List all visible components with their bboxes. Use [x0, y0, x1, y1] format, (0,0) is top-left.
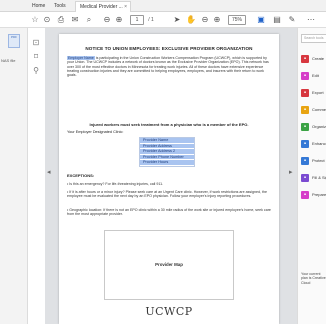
designated-clinic-box: Provider Name Provider Address Provider … [139, 137, 195, 167]
designated-clinic-label: Your Employer Designated Clinic: [67, 130, 124, 134]
tool-edit-label: Edit [312, 73, 319, 78]
tool-prepare-label: Prepare [312, 192, 326, 197]
requirement-subhead: Injured workers must seek treatment from… [89, 122, 249, 127]
tool-prepare[interactable]: ▪ Prepare [301, 190, 326, 200]
upload-icon[interactable]: ⊙ [42, 15, 52, 25]
tools-search-input[interactable]: Search tools [301, 34, 326, 43]
exception-geographic: • Geographic location: If there is not a… [67, 208, 271, 217]
tool-create-label: Create [312, 56, 325, 61]
intro-text: is participating in the Union Constructi… [67, 56, 269, 78]
tool-protect-label: Protect [312, 158, 325, 163]
enhance-scans-icon: ▪ [301, 140, 309, 148]
more-tools-icon[interactable]: ⋯ [306, 15, 316, 25]
fill-sign-icon: ▪ [301, 174, 309, 182]
tool-fill-sign[interactable]: ▪ Fill & Sign [301, 173, 326, 183]
export-pdf-icon: ▪ [301, 89, 309, 97]
zoom-in-icon[interactable]: ⊕ [212, 15, 222, 25]
page-current: 1 [135, 17, 139, 23]
email-icon[interactable]: ✉ [70, 15, 80, 25]
tool-fill-sign-label: Fill & Sign [312, 175, 326, 180]
tool-enhance-label: Enhance [312, 141, 326, 146]
tool-enhance[interactable]: ▪ Enhance [301, 139, 326, 149]
plan-footer: Your current plan is Creative Cloud [301, 272, 326, 285]
pdf-page: NOTICE TO UNION EMPLOYEES: EXCLUSIVE PRO… [59, 34, 279, 324]
tool-export[interactable]: ▪ Export [301, 88, 326, 98]
collapse-left-icon[interactable]: ◂ [47, 168, 51, 176]
tab-home[interactable]: Home [28, 1, 49, 12]
exception-after-hours: • If it is after hours or a minor injury… [67, 190, 267, 199]
exception-emergency: • Is this an emergency? For life-threate… [67, 182, 164, 186]
bookmark-icon[interactable]: ⌑ [31, 52, 41, 62]
page-total: / 1 [148, 17, 154, 23]
organize-pages-icon: ▪ [301, 123, 309, 131]
hand-tool-icon[interactable]: ✋ [186, 15, 196, 25]
left-rail: PDF NAS file [0, 28, 28, 324]
tool-organize[interactable]: ▪ Organize [301, 122, 326, 132]
zoom-level-dropdown[interactable]: 75% [228, 15, 246, 25]
next-page-icon[interactable]: ⊕ [114, 15, 124, 25]
tool-comment-label: Comment [312, 107, 326, 112]
tab-document-label: Medical Provider ... [80, 4, 123, 10]
print-icon[interactable]: ⎙ [56, 15, 66, 25]
attachment-icon[interactable]: ⚲ [31, 66, 41, 76]
select-cursor-icon[interactable]: ➤ [172, 15, 182, 25]
prev-page-icon[interactable]: ⊖ [102, 15, 112, 25]
exceptions-heading: EXCEPTIONS: [67, 173, 95, 178]
tab-bar: Home Tools Medical Provider ... × [0, 0, 326, 12]
intro-paragraph: Employer Name is participating in the Un… [67, 56, 271, 77]
prepare-form-icon: ▪ [301, 191, 309, 199]
tab-tools[interactable]: Tools [50, 1, 70, 12]
tool-comment[interactable]: ▪ Comment [301, 105, 326, 115]
toolbar: ☆ ⊙ ⎙ ✉ ⌕ ⊖ ⊕ 1 / 1 ➤ ✋ ⊖ ⊕ 75% ▣ ▤ ✎ ⋯ [0, 12, 326, 28]
zoom-out-icon[interactable]: ⊖ [200, 15, 210, 25]
zoom-level: 75% [231, 17, 242, 23]
tools-panel: Search tools ▪ Create ▪ Edit ▪ Export ▪ … [297, 28, 326, 324]
provider-map-label: Provider Map [155, 262, 183, 267]
create-pdf-icon: ▪ [301, 55, 309, 63]
provider-hours-field[interactable]: Provider Hours [140, 160, 194, 166]
thumbnail-label: PDF [11, 35, 17, 39]
save-icon[interactable]: ▣ [256, 15, 266, 25]
page-number-field[interactable]: 1 [130, 15, 144, 25]
rail-file-label: NAS file [1, 58, 16, 63]
document-title: NOTICE TO UNION EMPLOYEES: EXCLUSIVE PRO… [85, 46, 253, 51]
file-thumbnail-icon[interactable]: PDF [8, 34, 20, 48]
search-icon[interactable]: ⌕ [84, 15, 94, 25]
collapse-right-icon[interactable]: ▸ [289, 168, 293, 176]
tool-organize-label: Organize [312, 124, 326, 129]
protect-icon: ▪ [301, 157, 309, 165]
tool-create[interactable]: ▪ Create [301, 54, 326, 64]
comment-toolbar-icon[interactable]: ✎ [287, 15, 297, 25]
tool-protect[interactable]: ▪ Protect [301, 156, 326, 166]
star-icon[interactable]: ☆ [30, 15, 40, 25]
comment-icon: ▪ [301, 106, 309, 114]
page-thumbnails-icon[interactable]: ⊡ [31, 38, 41, 48]
ucwcp-logo: UCWCP [145, 305, 193, 318]
document-viewer[interactable]: ◂ ▸ NOTICE TO UNION EMPLOYEES: EXCLUSIVE… [45, 28, 297, 324]
tool-edit[interactable]: ▪ Edit [301, 71, 326, 81]
provider-map-box[interactable]: Provider Map [104, 230, 234, 300]
page-display-icon[interactable]: ▤ [272, 15, 282, 25]
edit-pdf-icon: ▪ [301, 72, 309, 80]
tool-export-label: Export [312, 90, 324, 95]
tab-document[interactable]: Medical Provider ... × [75, 1, 131, 12]
